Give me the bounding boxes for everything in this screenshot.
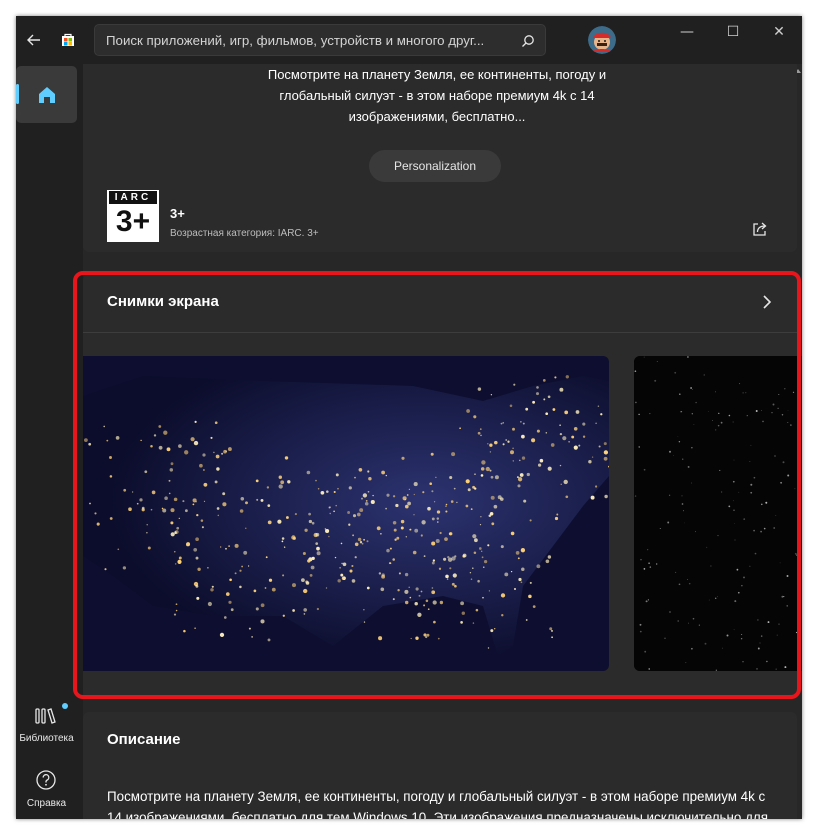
- screenshot-2[interactable]: [634, 356, 802, 671]
- minimize-button[interactable]: —: [664, 16, 710, 48]
- rating-value: 3+: [170, 206, 185, 221]
- search-icon[interactable]: [520, 33, 536, 49]
- description-title: Описание: [107, 731, 181, 748]
- main-content[interactable]: Посмотрите на планету Земля, ее континен…: [83, 64, 802, 819]
- description-card: Описание Посмотрите на планету Земля, ее…: [83, 712, 797, 819]
- screenshots-title[interactable]: Снимки экрана: [107, 293, 219, 310]
- maximize-button[interactable]: ☐: [710, 16, 756, 48]
- notification-dot-icon: [62, 703, 68, 709]
- back-button[interactable]: [22, 28, 46, 52]
- iarc-age: 3+: [115, 205, 151, 238]
- screenshots-card: Снимки экрана: [83, 274, 802, 699]
- description-text: Посмотрите на планету Земля, ее континен…: [107, 789, 768, 819]
- share-icon[interactable]: [751, 220, 769, 238]
- section-divider: [83, 332, 797, 333]
- iarc-label: IARC: [109, 191, 157, 204]
- search-input[interactable]: Поиск приложений, игр, фильмов, устройст…: [106, 25, 506, 56]
- earth-night-lights-image: [83, 356, 609, 671]
- app-info-card: Посмотрите на планету Земля, ее континен…: [83, 64, 797, 252]
- store-logo-icon: [62, 33, 74, 46]
- home-icon: [39, 87, 55, 103]
- screenshot-1[interactable]: [83, 356, 609, 671]
- user-avatar[interactable]: [588, 26, 616, 54]
- store-window: Поиск приложений, игр, фильмов, устройст…: [16, 16, 802, 819]
- rating-description: Возрастная категория: IARC. 3+: [170, 228, 319, 239]
- title-bar: Поиск приложений, игр, фильмов, устройст…: [16, 16, 802, 64]
- close-button[interactable]: ✕: [756, 16, 802, 48]
- nav-home[interactable]: [16, 66, 77, 123]
- short-description: Посмотрите на планету Земля, ее континен…: [267, 67, 607, 124]
- iarc-rating-badge: IARC 3+: [107, 190, 159, 242]
- starfield-image: [634, 356, 802, 671]
- help-icon: [36, 770, 56, 790]
- search-box[interactable]: Поиск приложений, игр, фильмов, устройст…: [94, 24, 546, 56]
- active-indicator: [16, 84, 19, 104]
- back-arrow-icon: [27, 34, 40, 46]
- sidebar: Библиотека Справка: [16, 64, 83, 819]
- nav-library-label: Библиотека: [19, 733, 74, 744]
- nav-help-label: Справка: [26, 798, 67, 809]
- category-chip[interactable]: Personalization: [369, 150, 501, 182]
- avatar-image: [588, 26, 616, 54]
- library-icon: [35, 708, 56, 724]
- nav-library[interactable]: Библиотека: [16, 702, 77, 754]
- nav-help[interactable]: Справка: [16, 766, 77, 818]
- chevron-right-icon[interactable]: [759, 292, 775, 312]
